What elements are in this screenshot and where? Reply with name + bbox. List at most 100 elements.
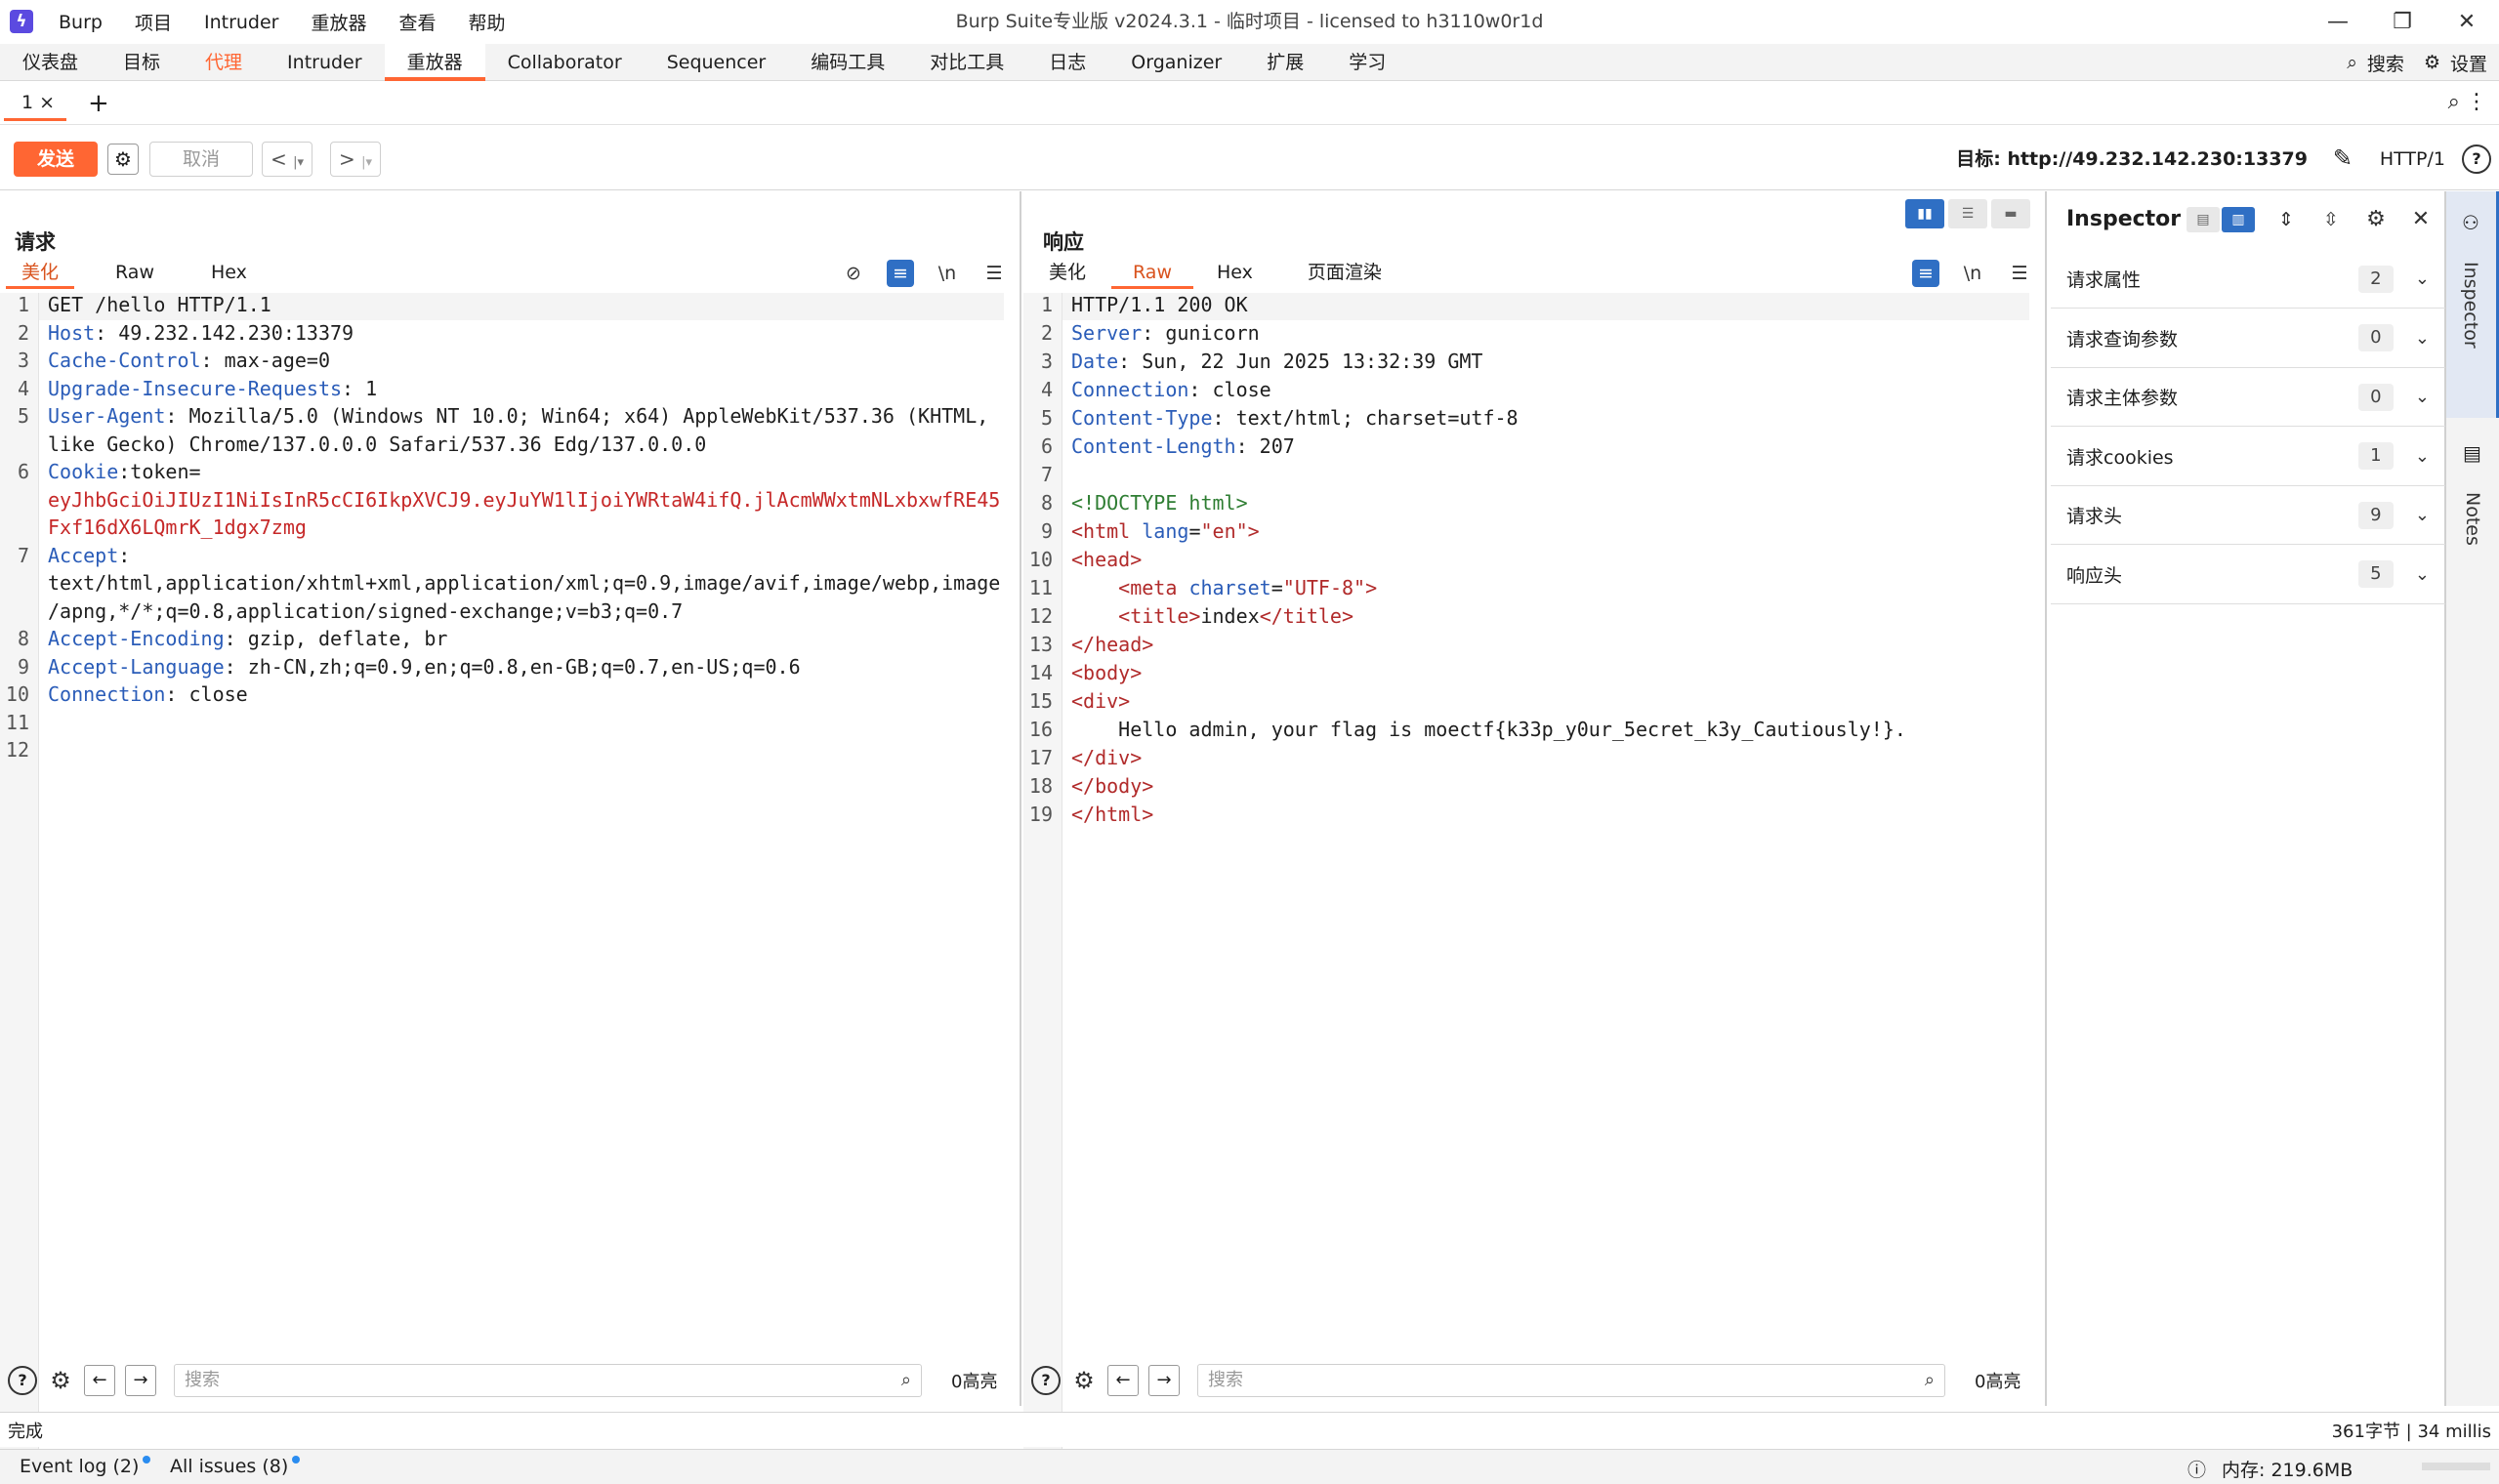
request-tab-hex[interactable]: Hex bbox=[170, 258, 263, 289]
chevron-down-icon[interactable]: ⌄ bbox=[2415, 268, 2430, 289]
http-version-label[interactable]: HTTP/1 bbox=[2380, 142, 2445, 177]
line-number: 3 bbox=[1040, 350, 1053, 373]
help-icon[interactable]: ? bbox=[2462, 144, 2491, 174]
menu-repeater[interactable]: 重放器 bbox=[311, 9, 366, 35]
tab-intruder[interactable]: Intruder bbox=[265, 44, 385, 81]
response-search-bar: ? ⚙ ← → 搜索 ⌕ 0高亮 bbox=[1023, 1353, 2045, 1408]
cancel-button[interactable]: 取消 bbox=[149, 142, 253, 177]
tab-decoder[interactable]: 编码工具 bbox=[788, 44, 907, 81]
response-search-input[interactable]: 搜索 ⌕ bbox=[1197, 1364, 1945, 1397]
inspector-section[interactable]: 请求头 9 ⌄ bbox=[2051, 486, 2445, 545]
request-search-settings-icon[interactable]: ⚙ bbox=[47, 1367, 74, 1394]
response-tab-pretty[interactable]: 美化 bbox=[1033, 258, 1102, 289]
tab-sequencer[interactable]: Sequencer bbox=[645, 44, 789, 81]
tab-search-icon[interactable]: ⌕ bbox=[2448, 90, 2460, 114]
settings-button[interactable]: 设置 bbox=[2450, 50, 2487, 76]
chevron-down-icon[interactable]: ⌄ bbox=[2415, 446, 2430, 467]
request-tab-raw[interactable]: Raw bbox=[74, 258, 170, 289]
minimize-icon[interactable]: — bbox=[2309, 0, 2367, 44]
response-search-settings-icon[interactable]: ⚙ bbox=[1070, 1367, 1098, 1394]
header-value: : zh-CN,zh;q=0.9,en;q=0.8,en-GB;q=0.7,en… bbox=[224, 654, 801, 679]
inspector-layout-list-icon[interactable]: ▤ bbox=[2187, 207, 2220, 232]
inspector-section[interactable]: 请求属性 2 ⌄ bbox=[2051, 250, 2445, 309]
rail-notes-tab[interactable]: ▤ Notes bbox=[2446, 418, 2499, 613]
line-number: 9 bbox=[17, 654, 29, 679]
editor-menu-icon[interactable]: ☰ bbox=[980, 260, 1008, 287]
tab-proxy[interactable]: 代理 bbox=[183, 44, 265, 81]
inspector-section[interactable]: 请求主体参数 0 ⌄ bbox=[2051, 368, 2445, 427]
request-tab-pretty[interactable]: 美化 bbox=[6, 258, 75, 289]
response-help-icon[interactable]: ? bbox=[1031, 1366, 1061, 1395]
line-number: 10 bbox=[1028, 548, 1053, 571]
tab-collaborator[interactable]: Collaborator bbox=[485, 44, 645, 81]
info-icon[interactable]: ⓘ bbox=[2187, 1456, 2206, 1482]
forward-history-button[interactable]: > |▾ bbox=[330, 142, 382, 177]
gear-icon[interactable]: ⚙ bbox=[2424, 52, 2440, 73]
request-help-icon[interactable]: ? bbox=[8, 1366, 37, 1395]
response-next-match-icon[interactable]: → bbox=[1148, 1365, 1180, 1396]
more-vertical-icon[interactable]: ⋮ bbox=[2466, 90, 2487, 114]
tab-dashboard[interactable]: 仪表盘 bbox=[0, 44, 101, 81]
chevron-down-icon[interactable]: ⌄ bbox=[2415, 328, 2430, 349]
send-settings-gear-icon[interactable]: ⚙ bbox=[107, 144, 139, 175]
inspector-settings-gear-icon[interactable]: ⚙ bbox=[2362, 206, 2390, 233]
menu-intruder[interactable]: Intruder bbox=[204, 12, 279, 33]
edit-target-pencil-icon[interactable]: ✎ bbox=[2333, 144, 2353, 172]
response-editor-menu-icon[interactable]: ☰ bbox=[2006, 260, 2033, 287]
expand-all-icon[interactable]: ⇕ bbox=[2272, 206, 2300, 233]
inspector-layout-split-icon[interactable]: ▥ bbox=[2222, 207, 2255, 232]
tab-learn[interactable]: 学习 bbox=[1326, 44, 1408, 81]
menu-view[interactable]: 查看 bbox=[399, 9, 437, 35]
request-next-match-icon[interactable]: → bbox=[125, 1365, 156, 1396]
response-prev-match-icon[interactable]: ← bbox=[1107, 1365, 1139, 1396]
menu-project[interactable]: 项目 bbox=[135, 9, 172, 35]
back-history-button[interactable]: < |▾ bbox=[262, 142, 313, 177]
word-wrap-icon[interactable]: ≡ bbox=[887, 260, 914, 287]
rail-inspector-tab[interactable]: ⚇ Inspector bbox=[2446, 191, 2499, 418]
line-number: 6 bbox=[1040, 434, 1053, 458]
request-prev-match-icon[interactable]: ← bbox=[84, 1365, 115, 1396]
response-newline-toggle-icon[interactable]: \n bbox=[1959, 260, 1986, 287]
event-log-button[interactable]: Event log (2) bbox=[20, 1456, 151, 1477]
close-window-icon[interactable]: ✕ bbox=[2437, 0, 2496, 44]
newline-toggle-icon[interactable]: \n bbox=[934, 260, 961, 287]
response-tab-render[interactable]: 页面渲染 bbox=[1269, 258, 1397, 289]
global-search-button[interactable]: 搜索 bbox=[2367, 50, 2404, 76]
line-number: 12 bbox=[1028, 604, 1053, 628]
request-editor[interactable]: 1 GET /hello HTTP/1.1 2 Host: 49.232.142.23… bbox=[0, 293, 1020, 1484]
tab-target[interactable]: 目标 bbox=[101, 44, 183, 81]
line-code: Host: 49.232.142.230:13379 bbox=[48, 321, 1008, 345]
search-icon[interactable]: ⌕ bbox=[2347, 52, 2357, 73]
inspector-close-icon[interactable]: ✕ bbox=[2407, 206, 2435, 233]
all-issues-button[interactable]: All issues (8) bbox=[170, 1456, 301, 1477]
tab-organizer[interactable]: Organizer bbox=[1108, 44, 1244, 81]
inspector-section[interactable]: 请求cookies 1 ⌄ bbox=[2051, 428, 2445, 486]
tab-extensions[interactable]: 扩展 bbox=[1244, 44, 1326, 81]
repeater-tab-1[interactable]: 1 × bbox=[4, 86, 66, 121]
menu-help[interactable]: 帮助 bbox=[469, 9, 506, 35]
inspector-section[interactable]: 请求查询参数 0 ⌄ bbox=[2051, 309, 2445, 368]
response-editor[interactable]: 1 HTTP/1.1 200 OK 2 Server: gunicorn 3 Date: … bbox=[1023, 293, 2045, 1484]
inspector-section-count: 9 bbox=[2357, 501, 2394, 529]
send-button[interactable]: 发送 bbox=[14, 142, 98, 177]
collapse-all-icon[interactable]: ⇳ bbox=[2317, 206, 2345, 233]
response-tab-raw[interactable]: Raw bbox=[1111, 258, 1193, 289]
header-value: : 49.232.142.230:13379 bbox=[95, 320, 354, 345]
chevron-down-icon[interactable]: ⌄ bbox=[2415, 387, 2430, 407]
request-search-input[interactable]: 搜索 ⌕ bbox=[174, 1364, 922, 1397]
response-tab-hex[interactable]: Hex bbox=[1193, 258, 1269, 289]
tab-logger[interactable]: 日志 bbox=[1026, 44, 1108, 81]
add-tab-button[interactable]: + bbox=[88, 86, 109, 121]
target-url[interactable]: 目标: http://49.232.142.230:13379 bbox=[1956, 142, 2308, 177]
chevron-down-icon[interactable]: ⌄ bbox=[2415, 505, 2430, 525]
tab-repeater[interactable]: 重放器 bbox=[384, 43, 485, 81]
header-value: : gzip, deflate, br bbox=[224, 627, 448, 650]
inspector-section[interactable]: 响应头 5 ⌄ bbox=[2051, 546, 2445, 604]
chevron-down-icon[interactable]: ⌄ bbox=[2415, 564, 2430, 585]
response-word-wrap-icon[interactable]: ≡ bbox=[1912, 260, 1939, 287]
menu-burp[interactable]: Burp bbox=[59, 12, 103, 33]
hide-nonprintable-eye-icon[interactable]: ⊘ bbox=[840, 260, 867, 287]
restore-icon[interactable]: ❐ bbox=[2373, 0, 2432, 44]
line-code: </div> bbox=[1071, 746, 1143, 769]
tab-comparer[interactable]: 对比工具 bbox=[907, 44, 1026, 81]
